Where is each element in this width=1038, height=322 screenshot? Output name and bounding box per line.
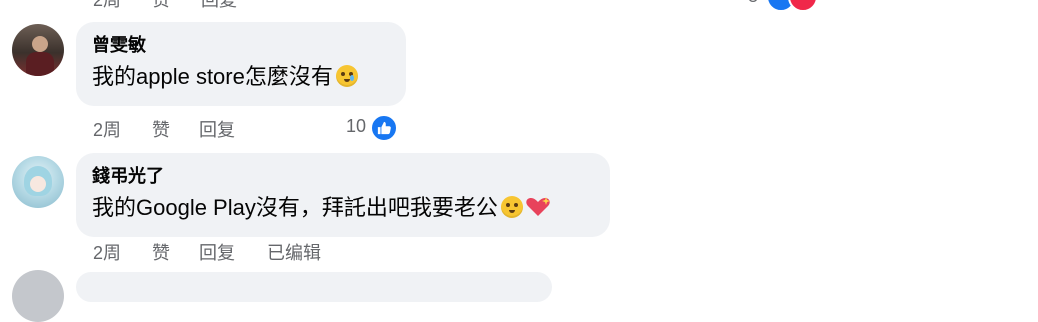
like-button[interactable]: 赞 (152, 116, 170, 142)
like-button[interactable]: 赞 (152, 239, 170, 265)
avatar[interactable] (12, 270, 64, 322)
comment-text-content: 我的apple store怎麼沒有 (92, 64, 333, 89)
previous-reply-button[interactable]: 回复 (201, 0, 237, 10)
previous-like-button[interactable]: 赞 (152, 0, 170, 10)
comment-actions: 2周 赞 回复 已编辑 (93, 239, 413, 263)
haha-icon (788, 0, 818, 12)
crying-face-icon (335, 65, 358, 87)
sparkling-heart-icon (525, 196, 551, 218)
previous-time[interactable]: 2周 (93, 0, 121, 10)
previous-comment-actions: 2周 赞 回复 8 (0, 0, 1038, 12)
comment-time-link[interactable]: 2周 (93, 116, 121, 142)
pleading-face-icon (500, 196, 523, 218)
reply-button[interactable]: 回复 (199, 239, 235, 265)
comment-text: 我的Google Play沒有，拜託出吧我要老公 (92, 191, 594, 225)
comment-text: 我的apple store怎麼沒有 (92, 60, 390, 94)
comment-time-link[interactable]: 2周 (93, 239, 121, 265)
reaction-count: 10 (346, 116, 367, 136)
comment-author[interactable]: 錢弔光了 (92, 163, 594, 189)
comment-author[interactable]: 曾雯敏 (92, 32, 390, 58)
comment-bubble (76, 272, 552, 302)
comment-text-content: 我的Google Play沒有，拜託出吧我要老公 (92, 195, 498, 220)
avatar[interactable] (12, 156, 64, 208)
previous-reaction-count[interactable]: 8 (748, 0, 758, 7)
comment-bubble: 錢弔光了 我的Google Play沒有，拜託出吧我要老公 (76, 153, 610, 237)
like-icon (370, 114, 398, 142)
edited-label[interactable]: 已编辑 (267, 239, 321, 265)
comment-bubble: 曾雯敏 我的apple store怎麼沒有 (76, 22, 406, 106)
reply-button[interactable]: 回复 (199, 116, 235, 142)
avatar[interactable] (12, 24, 64, 76)
